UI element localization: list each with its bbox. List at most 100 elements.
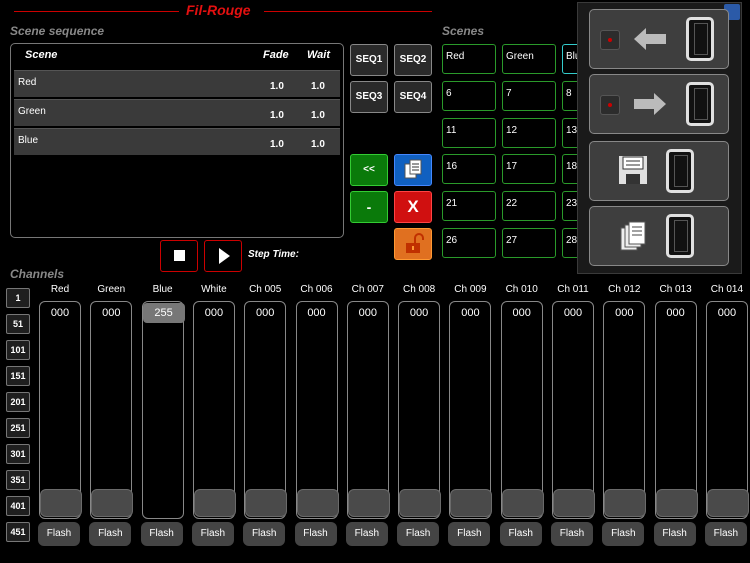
channel-name: Ch 011	[557, 284, 589, 295]
channel-fader[interactable]: 000	[654, 301, 698, 519]
sequence-row-red[interactable]: Red 1.0 1.0	[14, 70, 340, 97]
fader-knob[interactable]	[553, 489, 595, 517]
seq4-button[interactable]: SEQ4	[394, 81, 432, 113]
scene-cell[interactable]: 21	[442, 191, 496, 221]
fader-knob[interactable]	[399, 489, 442, 517]
sequence-row-green[interactable]: Green 1.0 1.0	[14, 99, 340, 126]
save-to-device-button[interactable]	[589, 141, 729, 201]
unlock-button[interactable]	[394, 228, 432, 260]
flash-button[interactable]: Flash	[294, 522, 337, 546]
channel-fader[interactable]: 000	[244, 301, 288, 519]
flash-button[interactable]: Flash	[191, 522, 234, 546]
channel-fader[interactable]: 000	[192, 301, 236, 519]
flash-button[interactable]: Flash	[243, 522, 286, 546]
flash-button[interactable]: Flash	[89, 522, 132, 546]
fader-knob[interactable]	[296, 489, 339, 517]
channel-fader[interactable]: 000	[398, 301, 442, 519]
seq3-button[interactable]: SEQ3	[350, 81, 388, 113]
flash-button[interactable]: Flash	[551, 522, 593, 546]
channel-strip: Ch 008 000 Flash	[397, 283, 442, 548]
scene-cell[interactable]: Green	[502, 44, 556, 74]
scene-cell-label: 13	[566, 125, 578, 136]
channel-name: Ch 005	[249, 284, 282, 295]
sequence-row-scene: Green	[18, 106, 46, 117]
fader-knob[interactable]	[91, 489, 134, 517]
channel-fader[interactable]: 000	[603, 301, 647, 519]
flash-button[interactable]: Flash	[345, 522, 388, 546]
channel-page-button[interactable]: 351	[6, 470, 30, 490]
scene-cell-label: 27	[506, 235, 518, 246]
channel-page-button[interactable]: 451	[6, 522, 30, 542]
channel-name: Ch 014	[710, 284, 744, 295]
channel-fader[interactable]: 000	[346, 301, 390, 519]
fader-knob[interactable]	[501, 489, 544, 517]
channel-fader[interactable]: 000	[500, 301, 544, 519]
channel-name: Ch 008	[402, 284, 436, 295]
tablet-icon	[686, 82, 714, 126]
import-from-device-button[interactable]	[589, 9, 729, 69]
delete-button[interactable]: X	[394, 191, 432, 223]
copy-button[interactable]	[394, 154, 432, 186]
flash-button[interactable]: Flash	[140, 522, 183, 546]
channel-fader[interactable]: 000	[449, 301, 493, 519]
channel-strip: Ch 012 000 Flash	[602, 283, 647, 548]
fader-knob[interactable]	[450, 489, 493, 517]
channel-page-button[interactable]: 201	[6, 392, 30, 412]
scene-cell[interactable]: 7	[502, 81, 556, 111]
channel-page-button[interactable]: 151	[6, 366, 30, 386]
channel-page-button[interactable]: 301	[6, 444, 30, 464]
channel-strip: Ch 005 000 Flash	[243, 283, 288, 548]
seq2-button[interactable]: SEQ2	[394, 44, 432, 76]
scene-cell[interactable]: 17	[502, 154, 556, 184]
fader-knob[interactable]	[655, 489, 698, 517]
load-documents-button[interactable]	[589, 206, 729, 266]
fader-knob[interactable]	[347, 489, 390, 517]
channel-fader[interactable]: 000	[90, 301, 134, 519]
channel-page-button[interactable]: 101	[6, 340, 30, 360]
channel-fader[interactable]: 000	[295, 301, 339, 519]
flash-button[interactable]: Flash	[704, 522, 747, 546]
rewind-button[interactable]: <<	[350, 154, 388, 186]
channel-value: 255	[142, 303, 185, 323]
remove-button[interactable]: -	[350, 191, 388, 223]
flash-button[interactable]: Flash	[653, 522, 696, 546]
channel-name: Blue	[152, 284, 173, 295]
scene-cell-label: 8	[566, 88, 572, 99]
channel-strip: Blue 255 Flash	[140, 283, 185, 548]
scene-cell[interactable]: 26	[442, 228, 496, 258]
scene-cell[interactable]: Red	[442, 44, 496, 74]
channel-value: 000	[204, 307, 224, 319]
flash-button[interactable]: Flash	[397, 522, 440, 546]
export-to-device-button[interactable]	[589, 74, 729, 134]
fader-knob[interactable]	[706, 489, 749, 517]
flash-button[interactable]: Flash	[38, 522, 80, 546]
channel-page-button[interactable]: 51	[6, 314, 30, 334]
scene-cell[interactable]: 11	[442, 118, 496, 148]
fader-knob[interactable]	[245, 489, 288, 517]
channel-fader[interactable]: 000	[705, 301, 749, 519]
channel-page-button[interactable]: 1	[6, 288, 30, 308]
fader-knob[interactable]	[604, 489, 647, 517]
play-button[interactable]	[204, 240, 242, 272]
scene-cell[interactable]: 27	[502, 228, 556, 258]
channel-page-button[interactable]: 401	[6, 496, 30, 516]
sequence-row-blue[interactable]: Blue 1.0 1.0	[14, 128, 340, 155]
channel-fader[interactable]: 000	[39, 301, 82, 519]
channel-fader[interactable]: 255	[141, 301, 185, 519]
sequence-row-scene: Blue	[18, 135, 39, 146]
scene-cell[interactable]: 16	[442, 154, 496, 184]
stop-button[interactable]	[160, 240, 198, 272]
channel-page-button[interactable]: 251	[6, 418, 30, 438]
scene-cell-label: 17	[506, 161, 518, 172]
scene-cell[interactable]: 22	[502, 191, 556, 221]
fader-knob[interactable]	[40, 489, 82, 517]
flash-button[interactable]: Flash	[448, 522, 491, 546]
documents-icon	[620, 221, 646, 251]
flash-button[interactable]: Flash	[499, 522, 542, 546]
fader-knob[interactable]	[193, 489, 236, 517]
channel-fader[interactable]: 000	[552, 301, 595, 519]
seq1-button[interactable]: SEQ1	[350, 44, 388, 76]
scene-cell[interactable]: 12	[502, 118, 556, 148]
scene-cell[interactable]: 6	[442, 81, 496, 111]
flash-button[interactable]: Flash	[602, 522, 645, 546]
